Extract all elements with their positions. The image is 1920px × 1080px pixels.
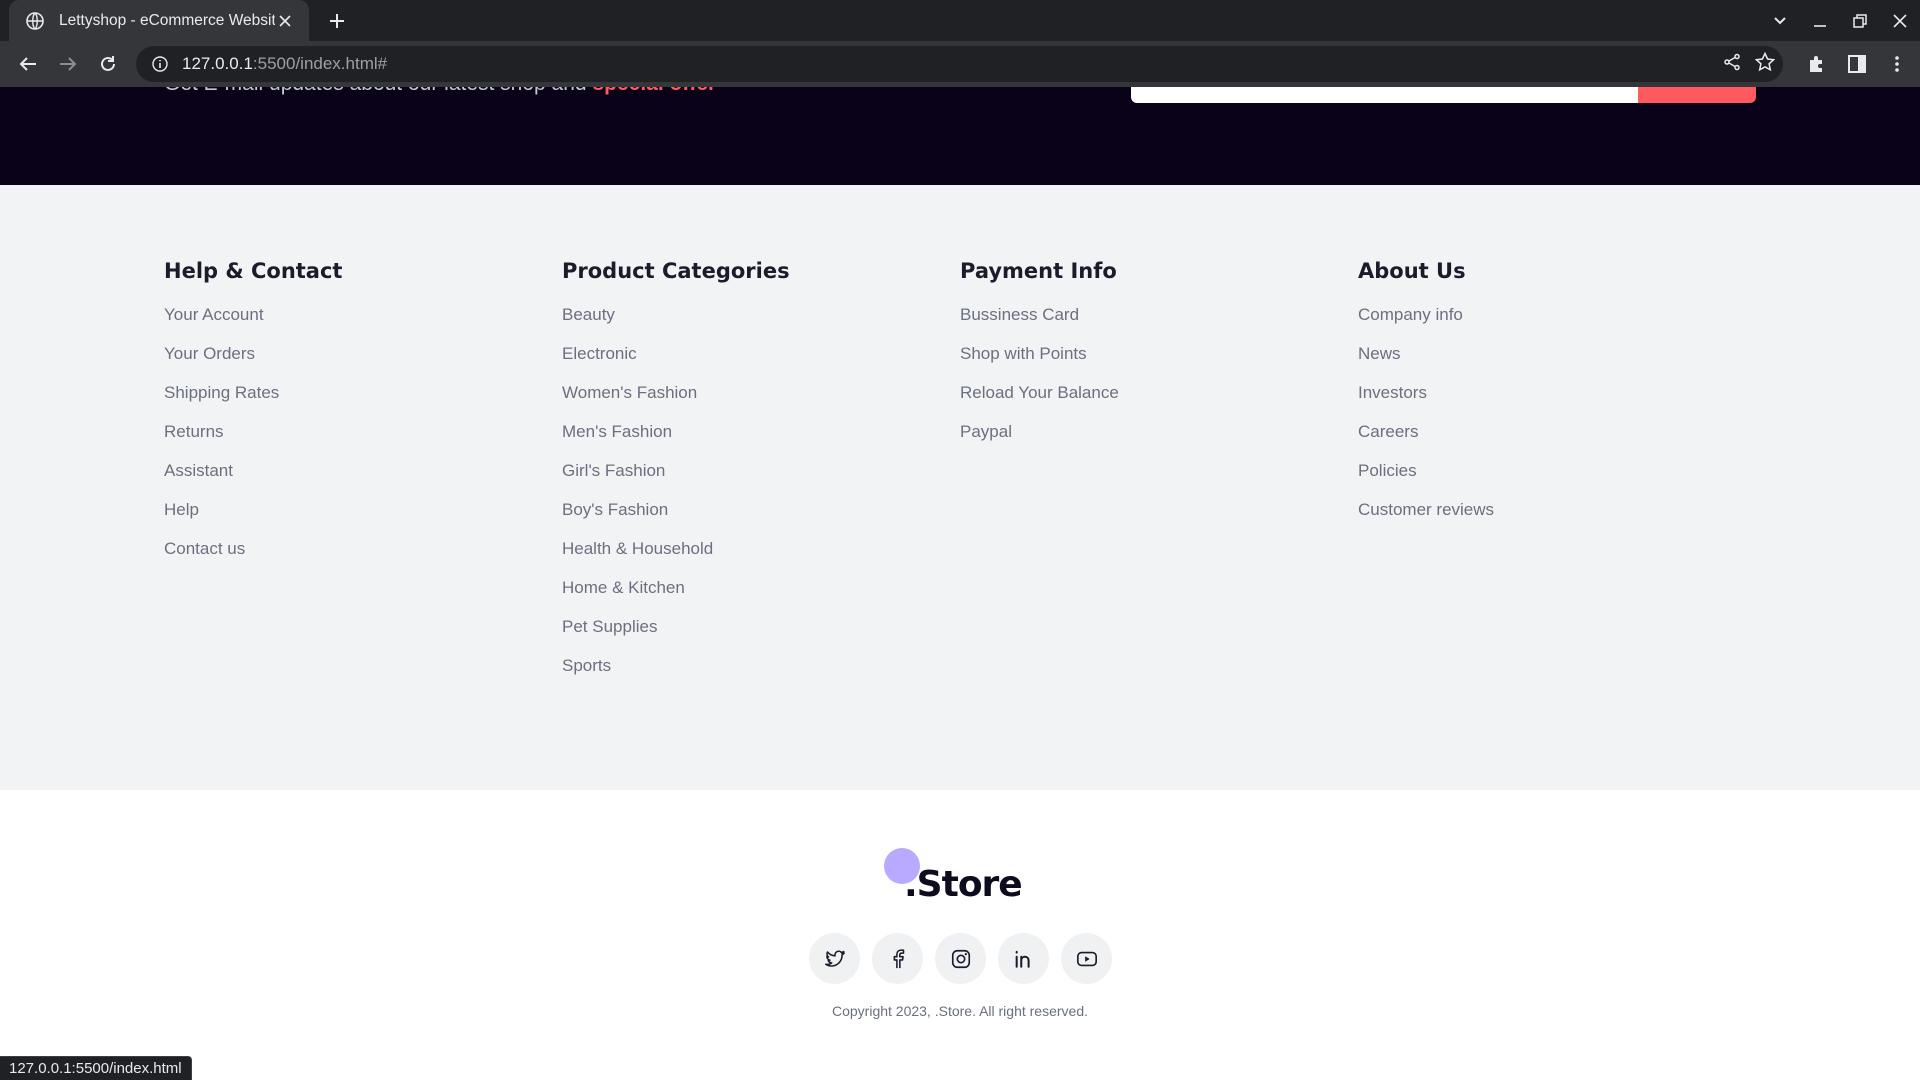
store-logo[interactable]: .Store <box>882 847 1023 907</box>
link-list: Bussiness Card Shop with Points Reload You… <box>960 305 1340 461</box>
footer-link[interactable]: Company info <box>1358 305 1738 344</box>
footer-link[interactable]: Investors <box>1358 383 1738 422</box>
newsletter-email-input[interactable] <box>1131 87 1638 103</box>
footer-link[interactable]: Women's Fashion <box>562 383 942 422</box>
copyright-text: Copyright 2023, .Store. All right reserv… <box>831 1003 1089 1019</box>
footer-link[interactable]: Reload Your Balance <box>960 383 1340 422</box>
share-icon[interactable] <box>1723 53 1741 75</box>
instagram-link[interactable] <box>935 933 986 984</box>
address-bar[interactable]: 127.0.0.1:5500/index.html# <box>136 46 1783 82</box>
footer-link[interactable]: Paypal <box>960 422 1340 461</box>
footer-column-about-us: About Us Company info News Investors Career… <box>1358 259 1738 539</box>
footer-link[interactable]: Pet Supplies <box>562 617 942 656</box>
column-heading: Help & Contact <box>164 259 343 283</box>
footer-link[interactable]: Contact us <box>164 539 544 578</box>
link-status-bar: 127.0.0.1:5500/index.html <box>0 1056 192 1080</box>
youtube-link[interactable] <box>1061 933 1112 984</box>
column-heading: Product Categories <box>562 259 790 283</box>
column-heading: Payment Info <box>960 259 1117 283</box>
reload-icon[interactable] <box>93 49 123 79</box>
footer-column-help-contact: Help & Contact Your Account Your Orders Sh… <box>164 259 544 578</box>
browser-tab[interactable]: Lettyshop - eCommerce Website <box>9 0 309 41</box>
twitter-icon <box>824 949 845 967</box>
tab-search-chevron-icon[interactable] <box>1760 0 1800 41</box>
newsletter-text-main: Get E-mail updates about our latest shop… <box>164 87 587 95</box>
facebook-link[interactable] <box>872 933 923 984</box>
footer-link[interactable]: Bussiness Card <box>960 305 1340 344</box>
url-host: 127.0.0.1 <box>182 54 253 73</box>
newsletter-text: Get E-mail updates about our latest shop… <box>164 87 716 96</box>
newsletter-highlight: special offer <box>592 87 716 95</box>
footer-link[interactable]: Your Orders <box>164 344 544 383</box>
footer-link[interactable]: Sports <box>562 656 942 695</box>
footer-link[interactable]: Shop with Points <box>960 344 1340 383</box>
bookmark-star-icon[interactable] <box>1754 51 1776 76</box>
footer-link[interactable]: Assistant <box>164 461 544 500</box>
footer-link[interactable]: Help <box>164 500 544 539</box>
footer-link[interactable]: Health & Household <box>562 539 942 578</box>
logo-text: .Store <box>904 864 1023 905</box>
globe-icon <box>26 11 44 30</box>
extensions-puzzle-icon[interactable] <box>1802 49 1832 79</box>
new-tab-plus-icon[interactable] <box>324 8 350 34</box>
footer-link[interactable]: Shipping Rates <box>164 383 544 422</box>
footer-link[interactable]: Girl's Fashion <box>562 461 942 500</box>
footer-link[interactable]: Your Account <box>164 305 544 344</box>
facebook-icon <box>893 948 904 968</box>
footer-link[interactable]: Customer reviews <box>1358 500 1738 539</box>
close-window-icon[interactable] <box>1880 0 1920 41</box>
restore-icon[interactable] <box>1840 0 1880 41</box>
linkedin-link[interactable] <box>998 933 1049 984</box>
link-list: Beauty Electronic Women's Fashion Men's Fas… <box>562 305 942 695</box>
footer-link[interactable]: Boy's Fashion <box>562 500 942 539</box>
url-text: 127.0.0.1:5500/index.html# <box>182 54 387 74</box>
newsletter-section: Get E-mail updates about our latest shop… <box>0 87 1920 185</box>
instagram-icon <box>951 949 970 968</box>
twitter-link[interactable] <box>809 933 860 984</box>
social-links <box>809 933 1112 984</box>
url-path: :5500/index.html# <box>252 54 388 73</box>
newsletter-subscribe-button[interactable] <box>1638 87 1756 103</box>
window-controls <box>1760 0 1920 41</box>
browser-toolbar: 127.0.0.1:5500/index.html# <box>0 41 1920 87</box>
footer-link[interactable]: Home & Kitchen <box>562 578 942 617</box>
forward-arrow-icon[interactable] <box>53 49 83 79</box>
footer-link[interactable]: Beauty <box>562 305 942 344</box>
browser-titlebar: Lettyshop - eCommerce Website <box>0 0 1920 41</box>
site-info-icon[interactable] <box>150 54 170 74</box>
page-viewport: Get E-mail updates about our latest shop… <box>0 87 1920 1080</box>
footer-link[interactable]: Men's Fashion <box>562 422 942 461</box>
tab-title: Lettyshop - eCommerce Website <box>59 11 275 29</box>
footer-link[interactable]: Electronic <box>562 344 942 383</box>
footer-link[interactable]: Returns <box>164 422 544 461</box>
footer-link[interactable]: Careers <box>1358 422 1738 461</box>
tab-close-icon[interactable] <box>275 11 295 31</box>
footer-links-section: Help & Contact Your Account Your Orders Sh… <box>0 185 1920 790</box>
side-panel-icon[interactable] <box>1842 49 1872 79</box>
footer-link[interactable]: Policies <box>1358 461 1738 500</box>
linkedin-icon <box>1015 950 1030 968</box>
back-arrow-icon[interactable] <box>13 49 43 79</box>
footer-column-product-categories: Product Categories Beauty Electronic Women… <box>562 259 942 695</box>
browser-menu-kebab-icon[interactable] <box>1882 49 1912 79</box>
footer-column-payment-info: Payment Info Bussiness Card Shop with Poi… <box>960 259 1340 461</box>
footer-bottom: .Store Copyright 2023, .Store. All right… <box>0 790 1920 1080</box>
link-list: Your Account Your Orders Shipping Rates Ret… <box>164 305 544 578</box>
minimize-icon[interactable] <box>1800 0 1840 41</box>
link-list: Company info News Investors Careers Policies… <box>1358 305 1738 539</box>
column-heading: About Us <box>1358 259 1466 283</box>
footer-link[interactable]: News <box>1358 344 1738 383</box>
youtube-icon <box>1076 951 1097 966</box>
